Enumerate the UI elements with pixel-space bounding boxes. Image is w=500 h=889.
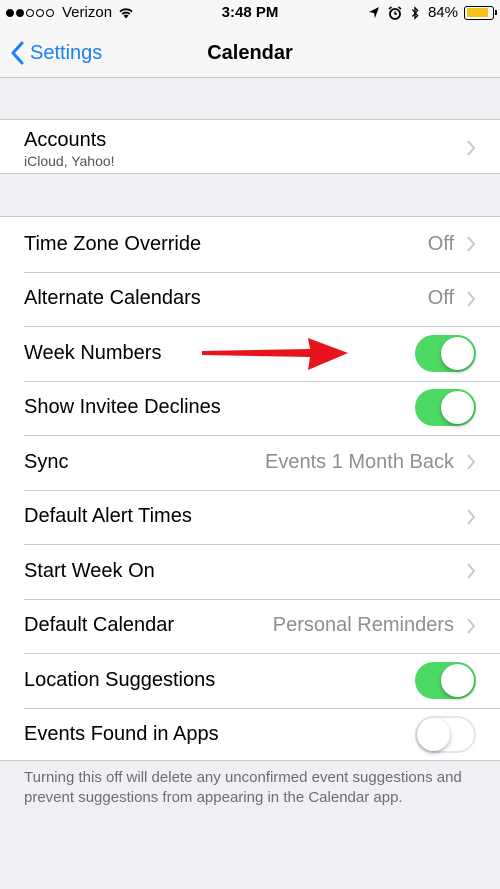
week-numbers-toggle[interactable] [415,334,476,372]
row-label: Default Calendar [24,614,175,637]
chevron-right-icon [467,291,476,307]
calendar-settings-group: Time Zone Override Off Alternate Calenda… [0,216,500,761]
battery-icon [464,5,497,20]
row-value: Events 1 Month Back [265,450,454,473]
row-label: Alternate Calendars [24,287,201,310]
toggle-knob [441,391,474,425]
chevron-right-icon [467,140,476,156]
row-value: Personal Reminders [272,614,454,637]
footer-note: Turning this off will delete any unconfi… [24,769,462,806]
row-label: Sync [24,450,69,473]
status-bar: Verizon 3:48 PM 84% [0,0,500,28]
chevron-left-icon [11,41,24,65]
accounts-label: Accounts [24,129,107,151]
default-calendar-row[interactable]: Default Calendar Personal Reminders [0,598,500,654]
toggle-knob [417,718,450,752]
default-alert-times-row[interactable]: Default Alert Times [0,489,500,545]
alarm-clock-icon [388,5,402,20]
row-label: Start Week On [24,559,155,582]
events-found-in-apps-toggle[interactable] [415,716,476,754]
navigation-bar: Calendar Settings [0,28,500,78]
row-label: Location Suggestions [24,668,216,691]
row-label: Default Alert Times [24,505,192,528]
location-suggestions-row: Location Suggestions [0,653,500,708]
accounts-subtitle: iCloud, Yahoo! [24,153,115,169]
row-label: Events Found in Apps [24,723,219,746]
sync-row[interactable]: Sync Events 1 Month Back [0,435,500,490]
chevron-right-icon [467,454,476,470]
toggle-knob [441,336,474,370]
accounts-row[interactable]: Accounts iCloud, Yahoo! [0,120,500,175]
accounts-group: Accounts iCloud, Yahoo! [0,119,500,174]
back-button-label: Settings [30,41,103,64]
show-invitee-declines-toggle[interactable] [415,389,476,427]
chevron-right-icon [467,618,476,634]
start-week-on-row[interactable]: Start Week On [0,544,500,599]
back-button[interactable]: Settings [10,28,102,78]
row-label: Show Invitee Declines [24,396,221,419]
events-found-in-apps-row: Events Found in Apps [0,707,500,763]
row-label: Time Zone Override [24,232,202,255]
show-invitee-declines-row: Show Invitee Declines [0,380,500,436]
alternate-calendars-row[interactable]: Alternate Calendars Off [0,271,500,327]
bluetooth-icon [411,5,419,20]
chevron-right-icon [467,236,476,252]
row-value: Off [427,232,454,255]
chevron-right-icon [467,563,476,579]
row-value: Off [427,287,454,310]
location-arrow-icon [368,6,379,18]
annotation-arrow-icon [202,338,348,370]
status-right: 84% [368,4,497,21]
chevron-right-icon [467,509,476,525]
toggle-knob [441,663,474,697]
time-zone-override-row[interactable]: Time Zone Override Off [0,217,500,272]
battery-percent: 84% [427,4,458,21]
battery-fill [466,8,488,17]
location-suggestions-toggle[interactable] [415,661,476,699]
